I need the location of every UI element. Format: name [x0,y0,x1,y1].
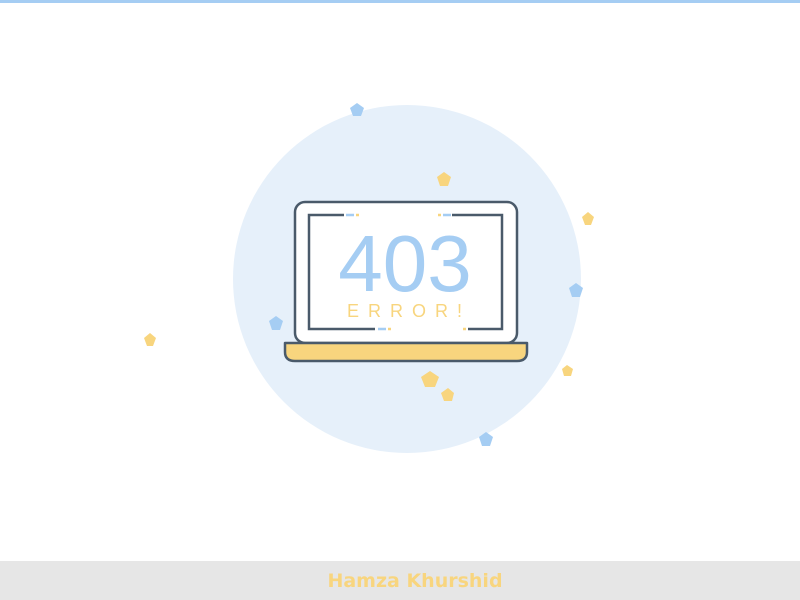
footer: Hamza Khurshid [0,561,800,600]
author-credit: Hamza Khurshid [327,569,503,592]
laptop-base [283,341,529,363]
error-code: 403 [338,219,471,308]
laptop-icon: 403 ERROR! [283,200,529,363]
error-illustration: 403 ERROR! [144,103,594,453]
error-page: 403 ERROR! Hamza Khurshid [0,0,800,600]
pentagon-icon [582,212,594,225]
pentagon-icon [562,365,573,376]
pentagon-icon [144,333,156,346]
error-label: ERROR! [347,301,471,321]
